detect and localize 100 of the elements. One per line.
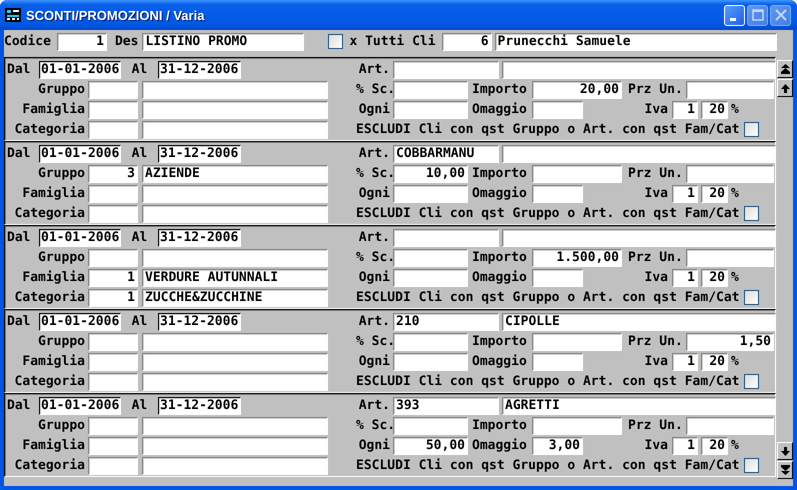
input-field[interactable]: VERDURE AUTUNNALI (142, 268, 328, 286)
input-field[interactable]: 3,00 (532, 436, 583, 454)
input-field[interactable]: 20 (701, 184, 728, 202)
input-field[interactable] (532, 164, 622, 182)
input-field[interactable]: AZIENDE (142, 164, 328, 182)
input-field[interactable] (686, 248, 774, 266)
checkbox[interactable] (328, 34, 344, 49)
input-field[interactable]: COBBARMANU (393, 144, 499, 162)
input-field[interactable] (393, 60, 499, 78)
input-field[interactable]: Prunecchi Samuele (494, 32, 777, 50)
input-field[interactable]: 50,00 (393, 436, 468, 454)
input-field[interactable] (686, 164, 774, 182)
input-field[interactable]: LISTINO PROMO (142, 32, 304, 50)
input-field[interactable] (393, 228, 499, 246)
input-field[interactable] (142, 372, 328, 390)
input-field[interactable] (88, 352, 138, 370)
input-field[interactable] (142, 120, 328, 138)
input-field[interactable]: 1 (672, 352, 698, 370)
input-field[interactable] (142, 332, 328, 350)
input-field[interactable]: 20 (701, 100, 728, 118)
date-field[interactable]: 31-12-2006 (158, 60, 241, 78)
input-field[interactable] (142, 248, 328, 266)
input-field[interactable] (532, 352, 583, 370)
input-field[interactable]: 1 (672, 184, 698, 202)
input-field[interactable] (393, 184, 468, 202)
input-field[interactable] (142, 416, 328, 434)
input-field[interactable]: 1 (56, 32, 107, 50)
input-field[interactable] (393, 352, 468, 370)
input-field[interactable] (532, 100, 583, 118)
scroll-bottom-button[interactable] (777, 461, 793, 479)
scrollbar[interactable] (777, 57, 793, 479)
input-field[interactable] (502, 60, 776, 78)
date-field[interactable]: 31-12-2006 (158, 144, 241, 162)
input-field[interactable]: 1,50 (686, 332, 774, 350)
input-field[interactable] (142, 436, 328, 454)
input-field[interactable]: 1.500,00 (532, 248, 622, 266)
input-field[interactable] (532, 416, 622, 434)
scroll-top-button[interactable] (777, 60, 793, 78)
input-field[interactable]: 393 (393, 396, 499, 414)
input-field[interactable] (393, 100, 468, 118)
input-field[interactable] (142, 80, 328, 98)
input-field[interactable]: 10,00 (393, 164, 468, 182)
input-field[interactable]: ZUCCHE&ZUCCHINE (142, 288, 328, 306)
date-field[interactable]: 01-01-2006 (39, 144, 121, 162)
input-field[interactable] (393, 268, 468, 286)
input-field[interactable]: 1 (672, 268, 698, 286)
input-field[interactable] (393, 248, 468, 266)
input-field[interactable]: 20,00 (532, 80, 622, 98)
input-field[interactable]: 3 (88, 164, 138, 182)
input-field[interactable]: 1 (672, 436, 698, 454)
input-field[interactable] (532, 184, 583, 202)
input-field[interactable] (142, 352, 328, 370)
input-field[interactable] (142, 100, 328, 118)
input-field[interactable] (142, 204, 328, 222)
scroll-up-button[interactable] (777, 79, 793, 97)
input-field[interactable] (88, 204, 138, 222)
input-field[interactable] (532, 268, 583, 286)
input-field[interactable] (88, 332, 138, 350)
scroll-down-button[interactable] (777, 442, 793, 460)
date-field[interactable]: 01-01-2006 (39, 396, 121, 414)
input-field[interactable]: AGRETTI (502, 396, 776, 414)
input-field[interactable] (88, 372, 138, 390)
minimize-button[interactable] (724, 4, 745, 26)
input-field[interactable] (88, 80, 138, 98)
input-field[interactable] (502, 228, 776, 246)
date-field[interactable]: 01-01-2006 (39, 60, 121, 78)
checkbox[interactable] (744, 458, 759, 473)
input-field[interactable] (88, 100, 138, 118)
input-field[interactable] (88, 416, 138, 434)
input-field[interactable] (88, 456, 138, 474)
input-field[interactable]: 1 (88, 268, 138, 286)
input-field[interactable]: 210 (393, 312, 499, 330)
input-field[interactable] (393, 332, 468, 350)
input-field[interactable]: 6 (442, 32, 492, 50)
input-field[interactable] (502, 144, 776, 162)
input-field[interactable] (393, 80, 468, 98)
input-field[interactable]: CIPOLLE (502, 312, 776, 330)
checkbox[interactable] (744, 206, 759, 221)
input-field[interactable] (142, 456, 328, 474)
checkbox[interactable] (744, 290, 759, 305)
input-field[interactable]: 1 (88, 288, 138, 306)
input-field[interactable] (532, 332, 622, 350)
date-field[interactable]: 31-12-2006 (158, 312, 241, 330)
input-field[interactable]: 20 (701, 352, 728, 370)
input-field[interactable] (686, 80, 774, 98)
input-field[interactable] (88, 184, 138, 202)
input-field[interactable] (686, 416, 774, 434)
date-field[interactable]: 31-12-2006 (158, 396, 241, 414)
input-field[interactable] (88, 248, 138, 266)
input-field[interactable] (142, 184, 328, 202)
date-field[interactable]: 01-01-2006 (39, 228, 121, 246)
input-field[interactable]: 20 (701, 436, 728, 454)
date-field[interactable]: 31-12-2006 (158, 228, 241, 246)
input-field[interactable] (393, 416, 468, 434)
input-field[interactable] (88, 120, 138, 138)
input-field[interactable] (88, 436, 138, 454)
input-field[interactable]: 20 (701, 268, 728, 286)
date-field[interactable]: 01-01-2006 (39, 312, 121, 330)
checkbox[interactable] (744, 374, 759, 389)
input-field[interactable]: 1 (672, 100, 698, 118)
